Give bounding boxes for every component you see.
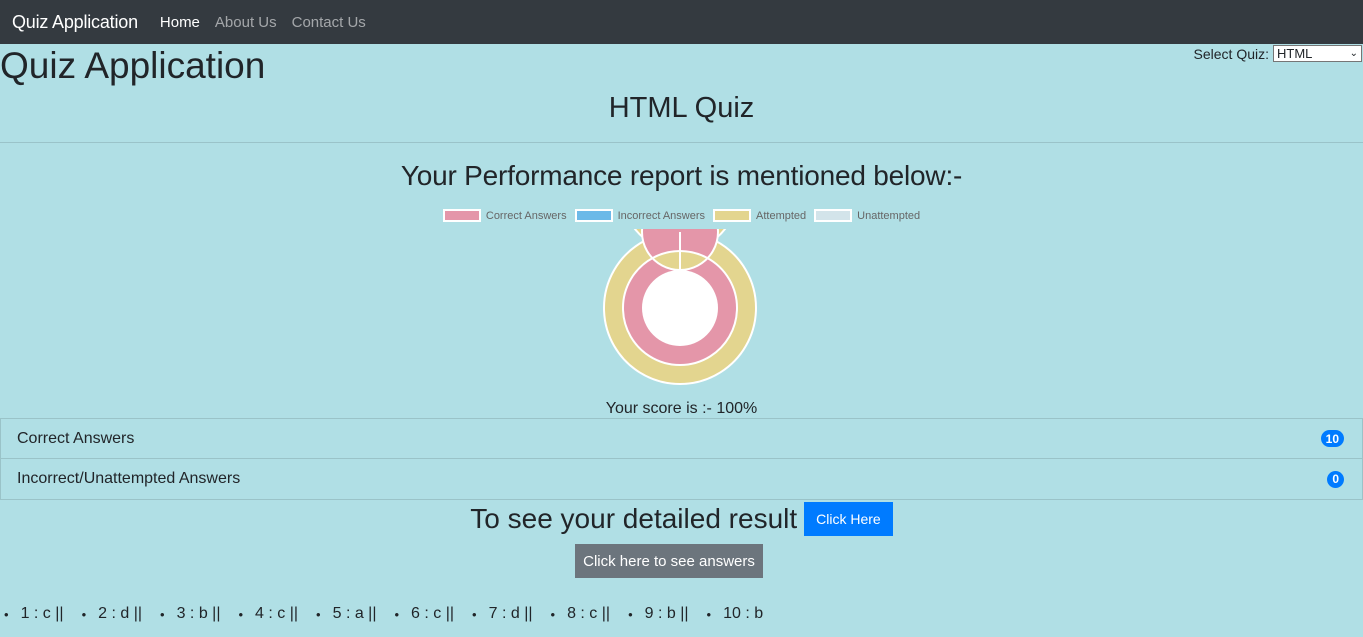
list-item-correct: Correct Answers 10 [0,418,1363,459]
answer-item: • 4 : c || [238,605,298,623]
legend-label: Unattempted [857,209,921,222]
legend-label: Incorrect Answers [617,209,705,222]
bullet-icon: • [4,606,9,622]
legend-item-correct[interactable]: Correct Answers [442,209,567,222]
bullet-icon: • [160,606,165,622]
donut-chart [601,136,759,387]
answer-text: 6 : c || [411,605,455,622]
answer-text: 7 : d || [488,605,533,622]
bullet-icon: • [81,606,87,622]
answer-item: • 2 : d || [82,605,142,623]
summary-list: Correct Answers 10 Incorrect/Unattempted… [0,418,1363,500]
quiz-select-value: HTML [1277,46,1313,61]
legend-item-incorrect[interactable]: Incorrect Answers [574,209,705,222]
nav-link-home[interactable]: Home [160,14,200,31]
answer-item: • 8 : c || [551,605,611,623]
count-badge: 0 [1327,470,1344,488]
answer-text: 5 : a || [332,605,377,622]
click-here-button[interactable]: Click Here [804,502,893,536]
answer-item: • 6 : c || [394,605,454,623]
answer-item: • 3 : b || [160,605,220,623]
answers-list: • 1 : c || • 2 : d || • 3 : b || • 4 : c || • 5 :… [4,605,781,623]
chevron-down-icon: ⌄ [1349,48,1358,59]
page-title: Quiz Application [0,45,266,86]
navbar-brand[interactable]: Quiz Application [12,12,138,33]
count-badge: 10 [1320,430,1344,447]
donut-hole [642,270,718,346]
legend-label: Attempted [756,209,807,222]
nav-link-about[interactable]: About Us [215,14,277,31]
list-item-label: Correct Answers [17,429,135,447]
answer-item: • 5 : a || [316,605,376,623]
nav-link-contact[interactable]: Contact Us [292,14,366,31]
answer-text: 9 : b || [644,605,689,622]
answer-text: 10 : b [723,605,764,622]
quiz-title: HTML Quiz [608,92,755,124]
legend-swatch [713,209,751,222]
bullet-icon: • [238,606,244,622]
legend-swatch [574,209,613,222]
answer-item: • 1 : c || [4,605,64,623]
navbar: Quiz Application Home About Us Contact U… [0,0,1363,44]
quiz-select-group: Select Quiz: HTML ⌄ [1194,45,1362,62]
bullet-icon: • [394,606,400,622]
see-answers-button[interactable]: Click here to see answers [575,544,763,578]
list-item-incorrect: Incorrect/Unattempted Answers 0 [0,459,1363,500]
quiz-select[interactable]: HTML ⌄ [1273,45,1362,62]
answer-text: 2 : d || [98,605,143,622]
answer-text: 4 : c || [255,605,299,622]
answer-item: • 9 : b || [628,605,688,623]
bullet-icon: • [550,606,556,622]
divider [0,142,1363,143]
chart-legend: Correct Answers Incorrect Answers Attemp… [0,209,1363,222]
bullet-icon: • [472,606,477,622]
legend-swatch [442,209,481,222]
report-heading: Your Performance report is mentioned bel… [400,160,963,191]
legend-item-attempted[interactable]: Attempted [713,209,806,222]
quiz-select-label: Select Quiz: [1193,45,1269,62]
answer-text: 3 : b || [176,605,221,622]
bullet-icon: • [628,606,633,622]
list-item-label: Incorrect/Unattempted Answers [17,470,241,487]
answer-text: 1 : c || [20,605,64,622]
answer-text: 8 : c || [567,605,611,622]
score-text: Your score is :- 100% [605,400,758,417]
legend-item-unattempted[interactable]: Unattempted [814,209,920,222]
answer-item: • 7 : d || [472,605,532,623]
bullet-icon: • [706,606,712,622]
detail-heading: To see your detailed result [470,503,798,534]
bullet-icon: • [316,606,321,622]
donut-chart-svg [603,136,757,385]
legend-label: Correct Answers [485,209,567,222]
legend-swatch [814,209,853,222]
detail-row: To see your detailed result Click Here [0,502,1363,536]
answer-item: • 10 : b [707,605,764,623]
